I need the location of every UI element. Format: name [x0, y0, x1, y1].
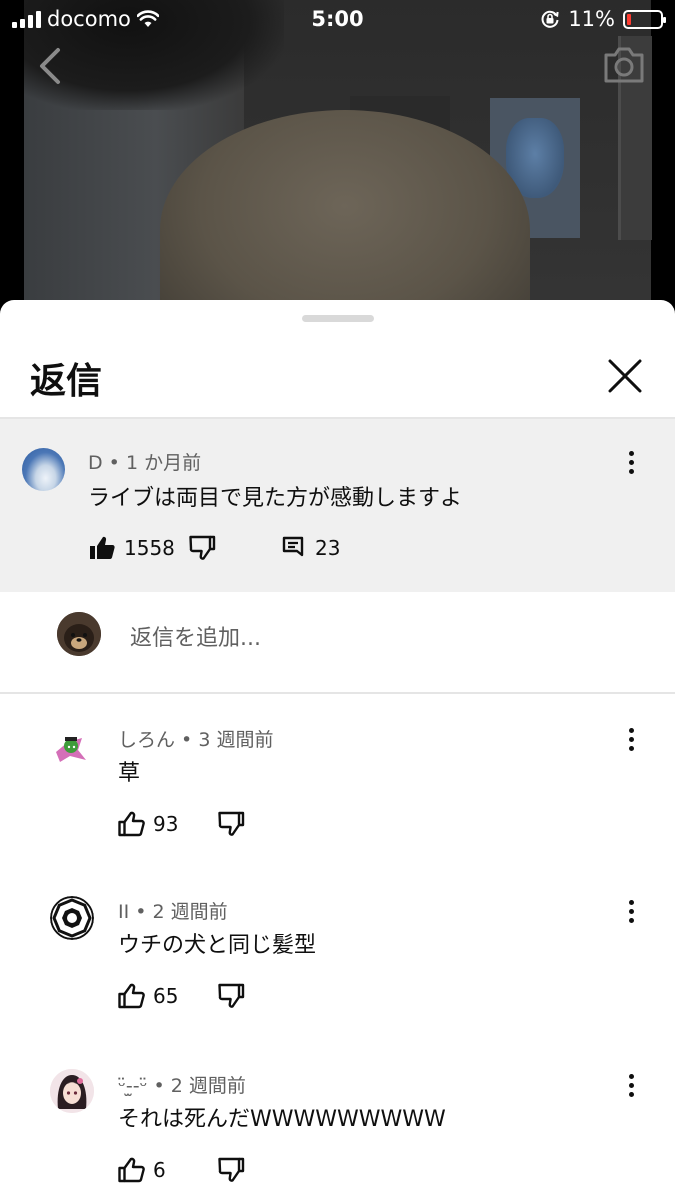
- like-button[interactable]: 6: [117, 1156, 166, 1184]
- battery-icon: [623, 9, 666, 29]
- back-button[interactable]: [30, 44, 70, 88]
- more-options-button[interactable]: [619, 1071, 643, 1101]
- dislike-button[interactable]: [188, 534, 216, 562]
- meta-separator: •: [175, 729, 199, 751]
- avatar[interactable]: [50, 726, 92, 768]
- parent-comment: D • 1 か月前 ライブは両目で見た方が感動しますよ 1558 23: [0, 419, 675, 592]
- more-options-button[interactable]: [619, 897, 643, 927]
- comment-author[interactable]: II: [118, 901, 129, 923]
- sheet-drag-handle[interactable]: [302, 315, 374, 322]
- close-button[interactable]: [604, 355, 646, 397]
- comment-author[interactable]: D: [88, 452, 103, 474]
- comment-age: 2 週間前: [152, 901, 228, 923]
- battery-percent: 11%: [568, 7, 615, 31]
- more-options-button[interactable]: [619, 725, 643, 755]
- like-count: 6: [153, 1158, 166, 1182]
- sheet-title: 返信: [30, 361, 103, 402]
- like-count: 93: [153, 812, 179, 836]
- meta-separator: •: [102, 452, 126, 474]
- orientation-lock-icon: [541, 10, 559, 28]
- camera-button[interactable]: [602, 45, 646, 85]
- avatar[interactable]: [22, 448, 65, 491]
- reply-item: しろん • 3 週間前 草 93: [0, 710, 675, 880]
- like-button[interactable]: 93: [117, 810, 178, 838]
- thumbs-up-icon: [118, 1157, 145, 1183]
- reply-divider: [0, 692, 675, 694]
- comment-text: ライブは両目で見た方が感動しますよ: [88, 486, 463, 511]
- add-reply-row[interactable]: 返信を追加...: [0, 592, 675, 692]
- avatar[interactable]: [50, 1069, 94, 1113]
- thumbs-up-icon: [118, 811, 145, 837]
- close-icon: [608, 359, 642, 393]
- thumbs-down-icon: [218, 983, 245, 1008]
- like-button[interactable]: 1558: [88, 534, 175, 562]
- replies-sheet: 返信 D • 1 か月前 ライブは両目で見た方が感動しますよ 1558 23 返…: [0, 300, 675, 1200]
- comment-age: 1 か月前: [125, 452, 202, 474]
- comment-meta: D • 1 か月前: [88, 448, 201, 475]
- add-reply-input[interactable]: 返信を追加...: [130, 620, 261, 652]
- comment-age: 3 週間前: [198, 729, 274, 751]
- more-options-button[interactable]: [619, 448, 643, 478]
- comment-icon: [282, 536, 304, 557]
- dislike-button[interactable]: [217, 982, 245, 1010]
- dislike-button[interactable]: [217, 810, 245, 838]
- thumbs-down-icon: [218, 811, 245, 836]
- reply-count: 23: [315, 536, 341, 560]
- comment-age: 2 週間前: [170, 1075, 246, 1097]
- like-button[interactable]: 65: [117, 982, 178, 1010]
- thumbs-down-icon: [189, 535, 216, 560]
- reply-item: II • 2 週間前 ウチの犬と同じ髪型 65: [0, 882, 675, 1052]
- replies-button[interactable]: 23: [279, 534, 340, 562]
- status-bar: docomo 5:00 11%: [0, 0, 675, 40]
- chevron-left-icon: [40, 48, 60, 84]
- comment-author[interactable]: しろん: [118, 729, 175, 751]
- comment-text: それは死んだWWWWWWWWW: [118, 1107, 446, 1132]
- avatar: [57, 612, 101, 656]
- like-count: 65: [153, 984, 179, 1008]
- thumbs-up-icon: [118, 983, 145, 1009]
- comment-meta: しろん • 3 週間前: [118, 725, 273, 752]
- avatar[interactable]: [50, 896, 94, 940]
- like-count: 1558: [124, 536, 175, 560]
- meta-separator: •: [147, 1075, 171, 1097]
- comment-author[interactable]: ᵕ̈-̫-ᵕ̈: [118, 1075, 147, 1097]
- reply-item: ᵕ̈-̫-ᵕ̈ • 2 週間前 それは死んだWWWWWWWWW 6: [0, 1056, 675, 1200]
- comment-meta: II • 2 週間前: [118, 897, 228, 924]
- comment-text: 草: [118, 761, 141, 786]
- comment-meta: ᵕ̈-̫-ᵕ̈ • 2 週間前: [118, 1071, 246, 1098]
- thumbs-down-icon: [218, 1157, 245, 1182]
- camera-icon: [604, 47, 644, 83]
- comment-text: ウチの犬と同じ髪型: [118, 933, 317, 958]
- status-right: 11%: [540, 7, 666, 31]
- thumbs-up-filled-icon: [90, 536, 115, 559]
- video-player[interactable]: [0, 0, 675, 330]
- dislike-button[interactable]: [217, 1156, 245, 1184]
- meta-separator: •: [129, 901, 153, 923]
